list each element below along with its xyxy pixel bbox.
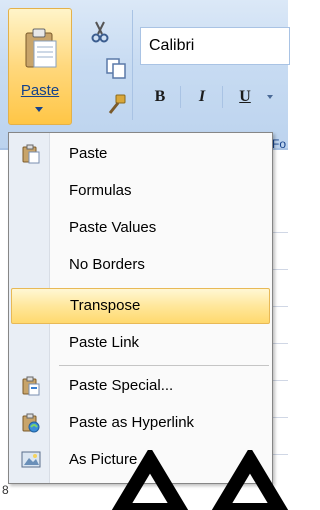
row-header[interactable]: 8: [2, 483, 9, 497]
grid-line: [272, 417, 288, 418]
grid-line: [272, 380, 288, 381]
menu-label: No Borders: [69, 256, 145, 273]
menu-separator: [59, 365, 269, 366]
chevron-down-icon: [35, 107, 43, 112]
menu-item-paste[interactable]: Paste: [11, 137, 270, 173]
format-painter-icon[interactable]: [104, 93, 128, 117]
bold-button[interactable]: B: [148, 82, 172, 112]
cut-icon[interactable]: [88, 20, 112, 44]
underline-button[interactable]: U: [233, 82, 257, 112]
menu-item-paste-special[interactable]: Paste Special...: [11, 369, 270, 405]
paste-hyperlink-icon: [22, 413, 40, 433]
menu-label: Paste Values: [69, 219, 157, 236]
chevron-down-icon[interactable]: [267, 95, 273, 99]
menu-label: Paste Link: [69, 334, 140, 351]
paste-button[interactable]: Paste: [8, 8, 72, 125]
menu-label: Paste: [69, 145, 108, 162]
menu-item-no-borders[interactable]: No Borders: [11, 248, 270, 284]
menu-label: Paste Special...: [69, 377, 174, 394]
menu-label: Transpose: [70, 297, 141, 314]
paste-special-icon: [22, 376, 40, 396]
clipboard-paste-icon: [22, 144, 40, 164]
menu-label: Formulas: [69, 182, 132, 199]
font-name: Calibri: [149, 37, 195, 54]
menu-item-formulas[interactable]: Formulas: [11, 174, 270, 210]
italic-button[interactable]: I: [190, 82, 214, 112]
grid-line: [272, 306, 288, 307]
paste-label: Paste: [20, 82, 60, 99]
copy-icon[interactable]: [104, 56, 128, 80]
font-name-box[interactable]: Calibri: [140, 27, 290, 65]
group-divider: [132, 10, 133, 120]
menu-label: Paste as Hyperlink: [69, 414, 195, 431]
separator: [222, 86, 223, 108]
watermark: [111, 450, 289, 510]
separator: [180, 86, 181, 108]
menu-item-paste-as-hyperlink[interactable]: Paste as Hyperlink: [11, 406, 270, 442]
grid-line: [272, 232, 288, 233]
grid-line: [272, 343, 288, 344]
menu-item-transpose[interactable]: Transpose: [11, 288, 270, 324]
clipboard-icon: [25, 28, 57, 68]
picture-icon: [21, 451, 41, 468]
grid-line: [272, 269, 288, 270]
menu-item-paste-link[interactable]: Paste Link: [11, 326, 270, 362]
menu-item-paste-values[interactable]: Paste Values: [11, 211, 270, 247]
paste-menu: Paste Formulas Paste Values No Borders T…: [8, 132, 273, 484]
